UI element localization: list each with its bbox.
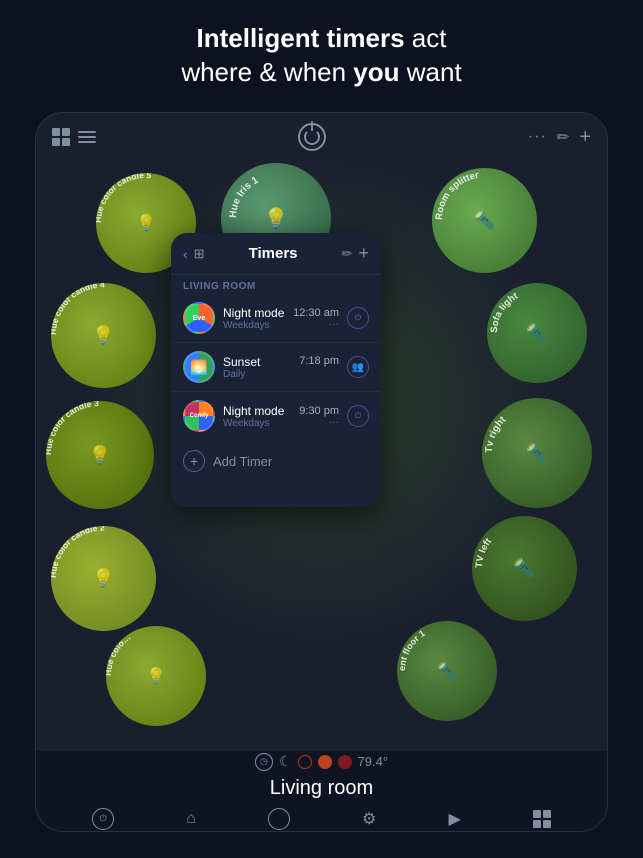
timer-row-3[interactable]: Comfy Night mode Weekdays 9:30 pm ··· ⏻ xyxy=(171,392,381,440)
timer-schedule-1: Weekdays xyxy=(223,320,285,331)
status-dot-orange xyxy=(318,755,332,769)
status-temperature: 79.4° xyxy=(358,754,389,769)
svg-text:Hue color candle 2: Hue color candle 2 xyxy=(51,526,105,578)
panel-scroll-fade xyxy=(171,482,381,507)
timer-time-area-2: 7:18 pm xyxy=(299,355,339,379)
add-timer-row[interactable]: + Add Timer xyxy=(171,440,381,482)
timer-schedule-3: Weekdays xyxy=(223,418,291,429)
timer-avatar-comfy: Comfy xyxy=(183,400,215,432)
lights-area: 💡 Hue Iris 1 🔦 Room xyxy=(36,153,607,751)
light-hue-candle4[interactable]: 💡 Hue color candle 4 xyxy=(51,283,156,388)
timer-avatar-sunset: 🌅 xyxy=(183,351,215,383)
timer-schedule-2: Daily xyxy=(223,369,291,380)
nav-circle[interactable] xyxy=(268,808,290,830)
grid-icon[interactable] xyxy=(52,128,70,146)
svg-text:Hue Iris 1: Hue Iris 1 xyxy=(228,175,261,219)
svg-text:TV left: TV left xyxy=(474,536,495,569)
status-dot-dark-red xyxy=(338,755,352,769)
timer-info-1: Night mode Weekdays xyxy=(223,306,285,331)
panel-settings-icon[interactable]: ⊞ xyxy=(194,246,205,262)
add-timer-label[interactable]: Add Timer xyxy=(213,454,272,469)
panel-add-btn[interactable]: + xyxy=(358,243,369,264)
nav-grid[interactable] xyxy=(533,810,551,828)
timer-time-3: 9:30 pm xyxy=(299,405,339,417)
center-power-icon[interactable] xyxy=(298,123,326,151)
headline: Intelligent timers act where & when you … xyxy=(0,0,643,100)
headline-line2-end: want xyxy=(400,57,462,87)
svg-text:Hue colo…: Hue colo… xyxy=(106,632,132,676)
status-moon-icon: ☾ xyxy=(279,753,292,770)
panel-section-label: LIVING ROOM xyxy=(171,275,381,294)
timer-spacer-2 xyxy=(299,367,339,379)
svg-text:Hue color candle 3: Hue color candle 3 xyxy=(46,401,99,455)
svg-text:ent floor 1: ent floor 1 xyxy=(397,628,427,671)
menu-icon[interactable] xyxy=(78,131,96,143)
light-sofa-light[interactable]: 🔦 Sofa light xyxy=(487,283,587,383)
light-ent-floor[interactable]: 🔦 ent floor 1 xyxy=(397,621,497,721)
panel-title: Timers xyxy=(211,245,336,262)
add-timer-plus-icon[interactable]: + xyxy=(183,450,205,472)
timer-row-2[interactable]: 🌅 Sunset Daily 7:18 pm 👥 xyxy=(171,343,381,392)
edit-icon[interactable]: ✏ xyxy=(557,128,570,146)
svg-text:Hue color candle 4: Hue color candle 4 xyxy=(51,283,105,335)
timers-panel: ‹ ⊞ Timers ✏ + LIVING ROOM Eve Night mod… xyxy=(171,233,381,507)
status-row: ◷ ☾ 79.4° xyxy=(255,753,388,771)
bottom-bar: ◷ ☾ 79.4° Living room ⏻ ⌂ ⚙ ▶ xyxy=(36,751,607,831)
light-room-splitter[interactable]: 🔦 Room splitter xyxy=(432,168,537,273)
panel-edit-icon[interactable]: ✏ xyxy=(342,246,353,262)
timer-time-1: 12:30 am xyxy=(293,307,339,319)
light-hue-candle3[interactable]: 💡 Hue color candle 3 xyxy=(46,401,154,509)
status-clock-icon: ◷ xyxy=(255,753,273,771)
nav-home[interactable]: ⌂ xyxy=(186,810,196,828)
headline-rest: act xyxy=(405,23,447,53)
timer-time-2: 7:18 pm xyxy=(299,355,339,367)
room-name: Living room xyxy=(270,777,373,800)
panel-back-icon[interactable]: ‹ xyxy=(183,246,188,262)
timer-action-1[interactable]: ⏻ xyxy=(347,307,369,329)
timer-dots-1[interactable]: ··· xyxy=(293,319,339,330)
add-icon[interactable]: + xyxy=(579,126,591,149)
panel-header: ‹ ⊞ Timers ✏ + xyxy=(171,233,381,275)
timer-action-2[interactable]: 👥 xyxy=(347,356,369,378)
timer-name-1: Night mode xyxy=(223,306,285,320)
device-topbar: ··· ✏ + xyxy=(36,113,607,157)
svg-text:Room splitter: Room splitter xyxy=(434,170,480,220)
nav-play[interactable]: ▶ xyxy=(449,809,461,829)
timer-info-2: Sunset Daily xyxy=(223,355,291,380)
timer-action-3[interactable]: ⏻ xyxy=(347,405,369,427)
device-frame: ··· ✏ + 💡 Hue Iris 1 🔦 xyxy=(35,112,608,832)
svg-text:Tv right: Tv right xyxy=(484,414,509,453)
light-tv-left[interactable]: 🔦 TV left xyxy=(472,516,577,621)
timer-row-1[interactable]: Eve Night mode Weekdays 12:30 am ··· ⏻ xyxy=(171,294,381,343)
svg-text:Hue color candle 5: Hue color candle 5 xyxy=(96,173,152,223)
dots-icon[interactable]: ··· xyxy=(528,128,547,146)
timer-time-area-3: 9:30 pm ··· xyxy=(299,405,339,428)
svg-text:Sofa light: Sofa light xyxy=(489,290,521,333)
headline-line2-start: where & when xyxy=(181,57,353,87)
light-tv-right[interactable]: 🔦 Tv right xyxy=(482,398,592,508)
timer-avatar-evening: Eve xyxy=(183,302,215,334)
nav-settings[interactable]: ⚙ xyxy=(362,809,376,829)
status-dot-red xyxy=(298,755,312,769)
timer-name-2: Sunset xyxy=(223,355,291,369)
headline-bold: Intelligent timers xyxy=(197,23,405,53)
timer-name-3: Night mode xyxy=(223,404,291,418)
timer-dots-3[interactable]: ··· xyxy=(299,417,339,428)
light-hue-color[interactable]: 💡 Hue colo… xyxy=(106,626,206,726)
timer-time-area-1: 12:30 am ··· xyxy=(293,307,339,330)
light-hue-candle2[interactable]: 💡 Hue color candle 2 xyxy=(51,526,156,631)
timer-info-3: Night mode Weekdays xyxy=(223,404,291,429)
headline-you-bold: you xyxy=(353,57,399,87)
bottom-nav: ⏻ ⌂ ⚙ ▶ xyxy=(36,808,607,830)
nav-power[interactable]: ⏻ xyxy=(92,808,114,830)
